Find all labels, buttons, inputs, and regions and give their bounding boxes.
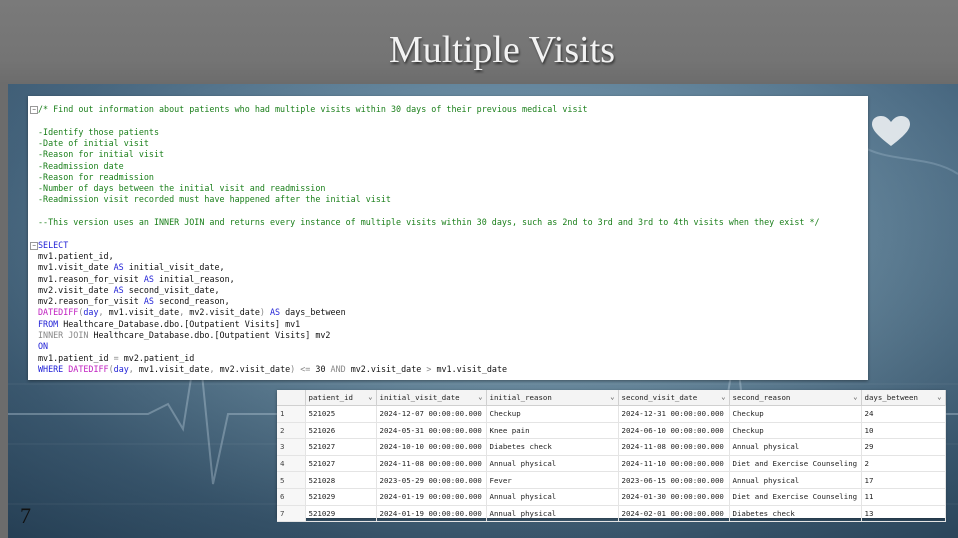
code-comment-line: -Reason for readmission bbox=[38, 171, 154, 182]
slide-number: 7 bbox=[20, 503, 31, 528]
column-header[interactable]: initial_reason ⌄ bbox=[486, 390, 619, 406]
table-cell[interactable]: Annual physical bbox=[486, 455, 619, 473]
table-row[interactable]: 1 521025 2024-12-07 00:00:00.000 Checkup 202… bbox=[277, 405, 946, 423]
table-cell[interactable]: 521028 bbox=[305, 471, 377, 489]
collapse-icon[interactable]: − bbox=[30, 106, 38, 114]
table-cell[interactable]: 2024-01-19 00:00:00.000 bbox=[376, 505, 487, 523]
column-header[interactable]: patient_id ⌄ bbox=[305, 390, 377, 406]
code-sql-line: FROM Healthcare_Database.dbo.[Outpatient… bbox=[38, 318, 301, 329]
code-sql-line: DATEDIFF(day, mv1.visit_date, mv2.visit_… bbox=[38, 307, 346, 318]
chevron-down-icon[interactable]: ⌄ bbox=[478, 393, 482, 401]
code-sql-line: mv1.patient_id = mv2.patient_id bbox=[38, 352, 195, 363]
table-row[interactable]: 4 521027 2024-11-08 00:00:00.000 Annual phy… bbox=[277, 455, 946, 473]
chevron-down-icon[interactable]: ⌄ bbox=[937, 393, 941, 401]
table-cell[interactable]: 11 bbox=[861, 488, 946, 506]
code-sql-line: mv1.visit_date AS initial_visit_date, bbox=[38, 262, 225, 273]
code-comment-line: -Readmission date bbox=[38, 160, 124, 171]
results-header-row: patient_id ⌄ initial_visit_date ⌄ initial_re… bbox=[277, 390, 946, 406]
table-row[interactable]: 7 521029 2024-01-19 00:00:00.000 Annual phy… bbox=[277, 505, 946, 523]
table-cell[interactable]: Annual physical bbox=[486, 505, 619, 523]
table-cell[interactable]: 521026 bbox=[305, 422, 377, 440]
table-cell[interactable]: 2024-11-08 00:00:00.000 bbox=[376, 455, 487, 473]
table-cell[interactable]: Annual physical bbox=[486, 488, 619, 506]
slide: Multiple Visits −/* Find out information… bbox=[0, 0, 958, 538]
code-comment-line: --This version uses an INNER JOIN and re… bbox=[38, 217, 820, 227]
table-cell[interactable]: 13 bbox=[861, 505, 946, 523]
table-cell[interactable]: 2024-01-30 00:00:00.000 bbox=[618, 488, 730, 506]
table-cell[interactable]: 521029 bbox=[305, 505, 377, 523]
table-cell[interactable]: Checkup bbox=[729, 422, 862, 440]
code-comment-line: -Reason for initial visit bbox=[38, 149, 165, 160]
code-sql-line: mv1.patient_id, bbox=[38, 250, 114, 261]
column-header[interactable]: initial_visit_date ⌄ bbox=[376, 390, 487, 406]
code-sql-line: INNER JOIN Healthcare_Database.dbo.[Outp… bbox=[38, 330, 331, 340]
table-cell[interactable]: 2023-06-15 00:00:00.000 bbox=[618, 471, 730, 489]
table-cell[interactable]: 2024-02-01 00:00:00.000 bbox=[618, 505, 730, 523]
table-cell[interactable]: 2023-05-29 00:00:00.000 bbox=[376, 471, 487, 489]
code-comment-line: -Readmission visit recorded must have ha… bbox=[38, 194, 391, 205]
column-header[interactable]: second_reason ⌄ bbox=[729, 390, 862, 406]
sql-editor[interactable]: −/* Find out information about patients … bbox=[28, 96, 868, 380]
table-cell[interactable]: Checkup bbox=[729, 405, 862, 423]
row-number-cell[interactable]: 1 bbox=[277, 405, 306, 423]
table-cell[interactable]: 2024-12-07 00:00:00.000 bbox=[376, 405, 487, 423]
table-cell[interactable]: 2024-11-08 00:00:00.000 bbox=[618, 438, 730, 456]
row-number-cell[interactable]: 6 bbox=[277, 488, 306, 506]
table-cell[interactable]: 521027 bbox=[305, 438, 377, 456]
table-cell[interactable]: Knee pain bbox=[486, 422, 619, 440]
code-comment-line: -Number of days between the initial visi… bbox=[38, 183, 326, 194]
results-grid[interactable]: patient_id ⌄ initial_visit_date ⌄ initial_re… bbox=[277, 390, 946, 523]
slide-title: Multiple Visits bbox=[388, 29, 616, 71]
column-header[interactable]: second_visit_date ⌄ bbox=[618, 390, 730, 406]
table-cell[interactable]: 17 bbox=[861, 471, 946, 489]
table-cell[interactable]: 10 bbox=[861, 422, 946, 440]
code-sql-line: ON bbox=[38, 341, 49, 352]
row-number-header[interactable] bbox=[277, 390, 306, 406]
code-sql-line: WHERE DATEDIFF(day, mv1.visit_date, mv2.… bbox=[38, 363, 508, 374]
column-header[interactable]: days_between ⌄ bbox=[861, 390, 946, 406]
chevron-down-icon[interactable]: ⌄ bbox=[853, 393, 857, 401]
code-sql-line: SELECT bbox=[38, 239, 69, 250]
chevron-down-icon[interactable]: ⌄ bbox=[610, 393, 614, 401]
table-cell[interactable]: Annual physical bbox=[729, 438, 862, 456]
collapse-icon[interactable]: − bbox=[30, 241, 38, 250]
code-sql-line: mv2.visit_date AS second_visit_date, bbox=[38, 284, 220, 295]
table-cell[interactable]: Fever bbox=[486, 471, 619, 489]
row-number-cell[interactable]: 5 bbox=[277, 471, 306, 489]
code-comment-line: -Identify those patients bbox=[38, 126, 160, 137]
row-number-cell[interactable]: 2 bbox=[277, 422, 306, 440]
code-comment-line: -Date of initial visit bbox=[38, 137, 149, 148]
table-cell[interactable]: 2024-06-10 00:00:00.000 bbox=[618, 422, 730, 440]
code-comment-line: /* Find out information about patients w… bbox=[38, 104, 588, 114]
table-cell[interactable]: 2024-12-31 00:00:00.000 bbox=[618, 405, 730, 423]
row-number-cell[interactable]: 4 bbox=[277, 455, 306, 473]
table-cell[interactable]: 521029 bbox=[305, 488, 377, 506]
row-number-cell[interactable]: 7 bbox=[277, 505, 306, 523]
table-cell[interactable]: 2024-10-10 00:00:00.000 bbox=[376, 438, 487, 456]
table-cell[interactable]: 2024-01-19 00:00:00.000 bbox=[376, 488, 487, 506]
table-row[interactable]: 2 521026 2024-05-31 00:00:00.000 Knee pain 2… bbox=[277, 422, 946, 440]
code-sql-line: mv2.reason_for_visit AS second_reason, bbox=[38, 296, 230, 307]
row-number-cell[interactable]: 3 bbox=[277, 438, 306, 456]
table-cell[interactable]: Checkup bbox=[486, 405, 619, 423]
table-cell[interactable]: Diabetes check bbox=[486, 438, 619, 456]
table-cell[interactable]: 521027 bbox=[305, 455, 377, 473]
table-row[interactable]: 6 521029 2024-01-19 00:00:00.000 Annual phy… bbox=[277, 488, 946, 506]
table-cell[interactable]: Diet and Exercise Counseling bbox=[729, 455, 862, 473]
table-row[interactable]: 5 521028 2023-05-29 00:00:00.000 Fever 2023-… bbox=[277, 471, 946, 489]
chevron-down-icon[interactable]: ⌄ bbox=[721, 393, 725, 401]
table-cell[interactable]: Diet and Exercise Counseling bbox=[729, 488, 862, 506]
table-cell[interactable]: 2 bbox=[861, 455, 946, 473]
table-cell[interactable]: 2024-11-10 00:00:00.000 bbox=[618, 455, 730, 473]
chevron-down-icon[interactable]: ⌄ bbox=[368, 393, 372, 401]
table-cell[interactable]: 2024-05-31 00:00:00.000 bbox=[376, 422, 487, 440]
table-cell[interactable]: Diabetes check bbox=[729, 505, 862, 523]
table-cell[interactable]: 521025 bbox=[305, 405, 377, 423]
heart-icon bbox=[872, 116, 910, 146]
code-sql-line: mv1.reason_for_visit AS initial_reason, bbox=[38, 273, 235, 284]
table-cell[interactable]: 24 bbox=[861, 405, 946, 423]
table-cell[interactable]: Annual physical bbox=[729, 471, 862, 489]
table-row[interactable]: 3 521027 2024-10-10 00:00:00.000 Diabetes c… bbox=[277, 438, 946, 456]
table-cell[interactable]: 29 bbox=[861, 438, 946, 456]
